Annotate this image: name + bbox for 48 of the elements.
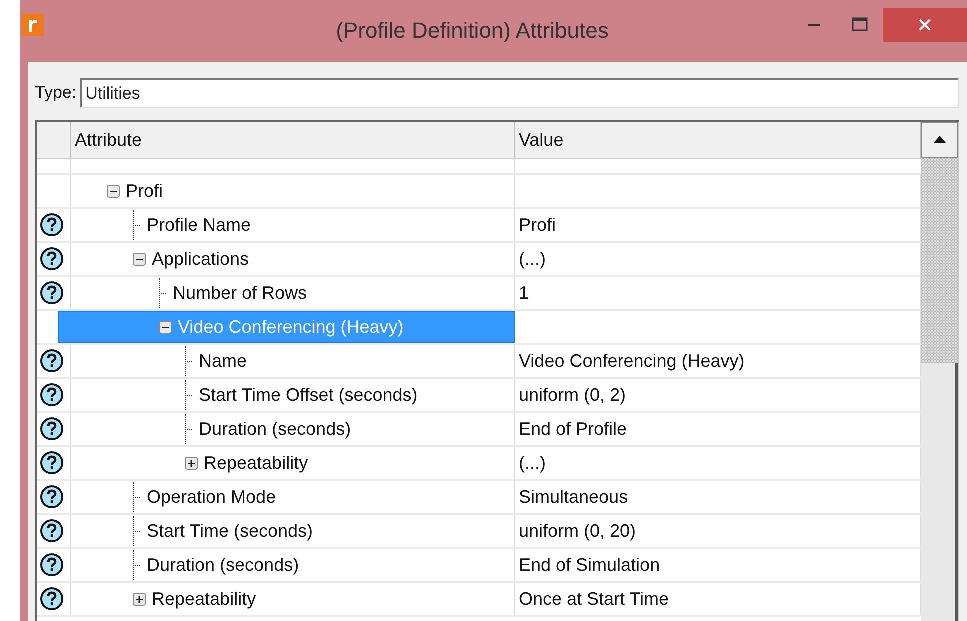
value-cell[interactable]: Profi xyxy=(515,214,556,236)
value-cell[interactable]: Once at Start Time xyxy=(515,588,670,610)
maximize-icon xyxy=(851,17,869,33)
attribute-tree-item[interactable]: Duration (seconds) xyxy=(133,550,304,580)
attribute-tree-item[interactable]: Repeatability xyxy=(185,448,312,478)
up-arrow-icon xyxy=(932,135,946,145)
value-cell[interactable]: Video Conferencing (Heavy) xyxy=(515,350,745,372)
help-icon[interactable] xyxy=(40,247,64,271)
minimize-icon xyxy=(808,24,820,26)
value-cell[interactable]: (...) xyxy=(515,452,546,474)
close-icon xyxy=(917,17,933,33)
help-icon[interactable] xyxy=(40,485,64,509)
collapse-icon[interactable] xyxy=(159,320,172,334)
help-icon[interactable] xyxy=(40,417,64,441)
help-icon[interactable] xyxy=(40,451,64,475)
attribute-tree-item[interactable]: Applications xyxy=(133,244,254,274)
attribute-tree-item[interactable]: Start Time (seconds) xyxy=(133,516,318,546)
help-icon[interactable] xyxy=(40,349,64,373)
window-title: (Profile Definition) Attributes xyxy=(335,17,610,44)
value-cell[interactable]: End of Profile xyxy=(515,418,628,440)
value-cell[interactable]: End of Simulation xyxy=(515,554,660,576)
attribute-tree-item[interactable]: Profi xyxy=(107,176,168,206)
expand-icon[interactable] xyxy=(133,592,146,606)
value-cell[interactable]: (...) xyxy=(515,248,546,270)
attribute-tree-item[interactable]: Start Time Offset (seconds) xyxy=(185,380,422,410)
value-cell[interactable]: uniform (0, 2) xyxy=(515,384,626,406)
value-cell[interactable]: uniform (0, 20) xyxy=(515,520,636,542)
expand-icon[interactable] xyxy=(185,456,198,470)
value-cell[interactable]: 1 xyxy=(515,282,530,304)
type-label: Type: xyxy=(35,83,77,103)
collapse-icon[interactable] xyxy=(133,252,146,266)
attribute-tree-item[interactable]: Operation Mode xyxy=(133,482,280,512)
help-icon[interactable] xyxy=(40,587,64,611)
help-icon[interactable] xyxy=(40,213,64,237)
app-logo-icon xyxy=(22,14,44,36)
attribute-tree-item[interactable]: Name xyxy=(185,346,252,376)
help-icon[interactable] xyxy=(40,383,64,407)
attribute-tree-item[interactable]: Profile Name xyxy=(133,210,256,240)
attribute-tree-item[interactable]: Repeatability xyxy=(133,584,260,614)
attribute-tree-item[interactable]: Duration (seconds) xyxy=(185,414,356,444)
help-icon[interactable] xyxy=(40,281,64,305)
scroll-up-button[interactable] xyxy=(921,122,958,158)
attribute-tree-item[interactable]: Number of Rows xyxy=(159,278,312,308)
value-cell[interactable]: Simultaneous xyxy=(515,486,628,508)
help-icon[interactable] xyxy=(40,519,64,543)
collapse-icon[interactable] xyxy=(107,184,120,198)
type-field[interactable]: Utilities xyxy=(80,78,959,108)
help-icon[interactable] xyxy=(40,553,64,577)
